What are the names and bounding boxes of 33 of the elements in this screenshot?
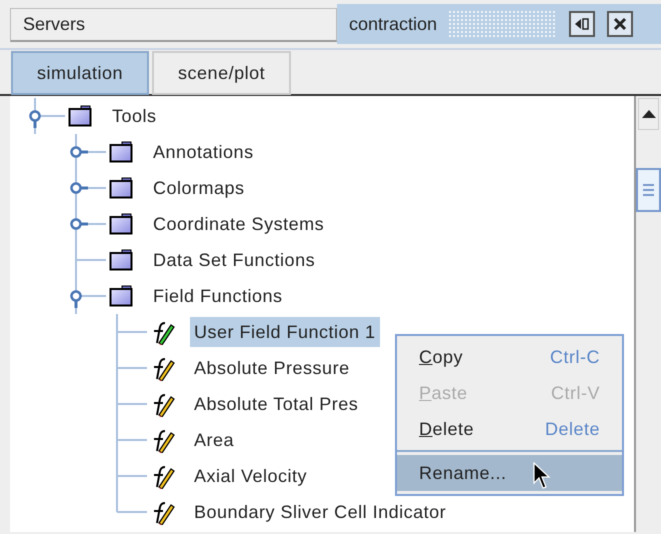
tree-item[interactable]: Data Set Functions	[149, 245, 320, 275]
mouse-pointer-icon	[533, 462, 553, 490]
close-icon	[613, 17, 628, 31]
tree-item[interactable]: Boundary Sliver Cell Indicator	[190, 497, 450, 527]
tree-item[interactable]: Field Functions	[149, 281, 287, 311]
folder-icon	[109, 249, 133, 271]
close-button[interactable]	[607, 11, 634, 37]
panel-title: contraction	[349, 12, 438, 36]
tree-item[interactable]: Absolute Pressure	[190, 353, 354, 383]
tree-item[interactable]: Axial Velocity	[190, 461, 312, 491]
panel-dock-icon	[574, 17, 590, 31]
tree-item[interactable]: Colormaps	[149, 173, 249, 203]
tree-item[interactable]: User Field Function 1	[190, 317, 380, 347]
scroll-up-button[interactable]	[638, 98, 659, 130]
tab[interactable]: simulation	[11, 51, 150, 95]
folder-icon	[109, 213, 133, 235]
tree-item[interactable]: Tools	[108, 101, 161, 131]
tree-item[interactable]: Area	[190, 425, 238, 455]
folder-icon	[109, 285, 133, 307]
scroll-thumb[interactable]	[636, 168, 661, 212]
menu-item[interactable]: Rename...	[397, 455, 622, 491]
folder-icon	[109, 141, 133, 163]
tab[interactable]: scene/plot	[152, 51, 292, 95]
tree-item[interactable]: Annotations	[149, 137, 258, 167]
up-arrow-icon	[642, 110, 656, 118]
folder-icon	[68, 105, 92, 127]
tree-item[interactable]: Coordinate Systems	[149, 209, 328, 239]
minimize-button[interactable]	[569, 11, 596, 37]
servers-panel-header: Servers	[10, 8, 337, 42]
menu-item[interactable]: Copy Ctrl-C	[397, 339, 622, 375]
menu-item[interactable]: Delete Delete	[397, 411, 622, 447]
folder-icon	[109, 177, 133, 199]
tree-item[interactable]: Absolute Total Pres	[190, 389, 362, 419]
